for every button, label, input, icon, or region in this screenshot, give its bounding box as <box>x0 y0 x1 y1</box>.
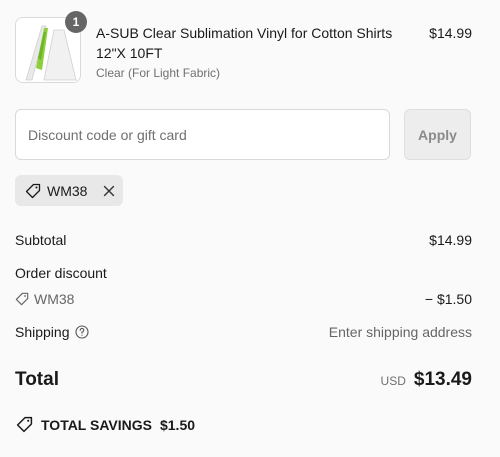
close-icon[interactable] <box>101 183 117 199</box>
product-title: A-SUB Clear Sublimation Vinyl for Cotton… <box>96 25 393 61</box>
apply-discount-button[interactable]: Apply <box>404 109 471 160</box>
total-amount: $13.49 <box>413 369 472 390</box>
subtotal-row: Subtotal $14.99 <box>15 231 472 249</box>
order-discount-label: Order discount <box>15 265 107 281</box>
tag-icon <box>25 183 41 199</box>
applied-discount-code: WM38 <box>47 182 88 199</box>
discount-code-input[interactable] <box>15 109 390 160</box>
discount-code-row: WM38 − $1.50 <box>15 290 472 308</box>
order-discount-row: Order discount <box>15 264 472 282</box>
subtotal-value: $14.99 <box>429 232 472 248</box>
tag-icon <box>16 416 33 433</box>
tag-icon <box>15 292 29 306</box>
discount-code-label: WM38 <box>34 291 75 307</box>
product-line-item: 1 A-SUB Clear Sublimation Vinyl for Cott… <box>15 11 472 85</box>
total-label: Total <box>15 369 59 390</box>
subtotal-label: Subtotal <box>15 232 67 248</box>
product-variant: Clear (For Light Fabric) <box>96 66 221 80</box>
quantity-badge: 1 <box>65 11 87 33</box>
shipping-label: Shipping <box>15 324 70 340</box>
applied-discount-chip: WM38 <box>15 175 123 206</box>
savings-label: TOTAL SAVINGS <box>41 416 152 433</box>
shipping-row: Shipping Enter shipping address <box>15 323 472 341</box>
currency-code: USD <box>380 374 406 388</box>
shipping-value: Enter shipping address <box>328 324 472 340</box>
product-price: $14.99 <box>429 25 472 41</box>
help-circle-icon[interactable] <box>74 325 89 339</box>
discount-value: − $1.50 <box>424 291 472 307</box>
total-amount-group: USD $13.49 <box>381 369 472 391</box>
savings-value: $1.50 <box>159 416 196 433</box>
total-savings: TOTAL SAVINGS $1.50 <box>16 416 195 433</box>
